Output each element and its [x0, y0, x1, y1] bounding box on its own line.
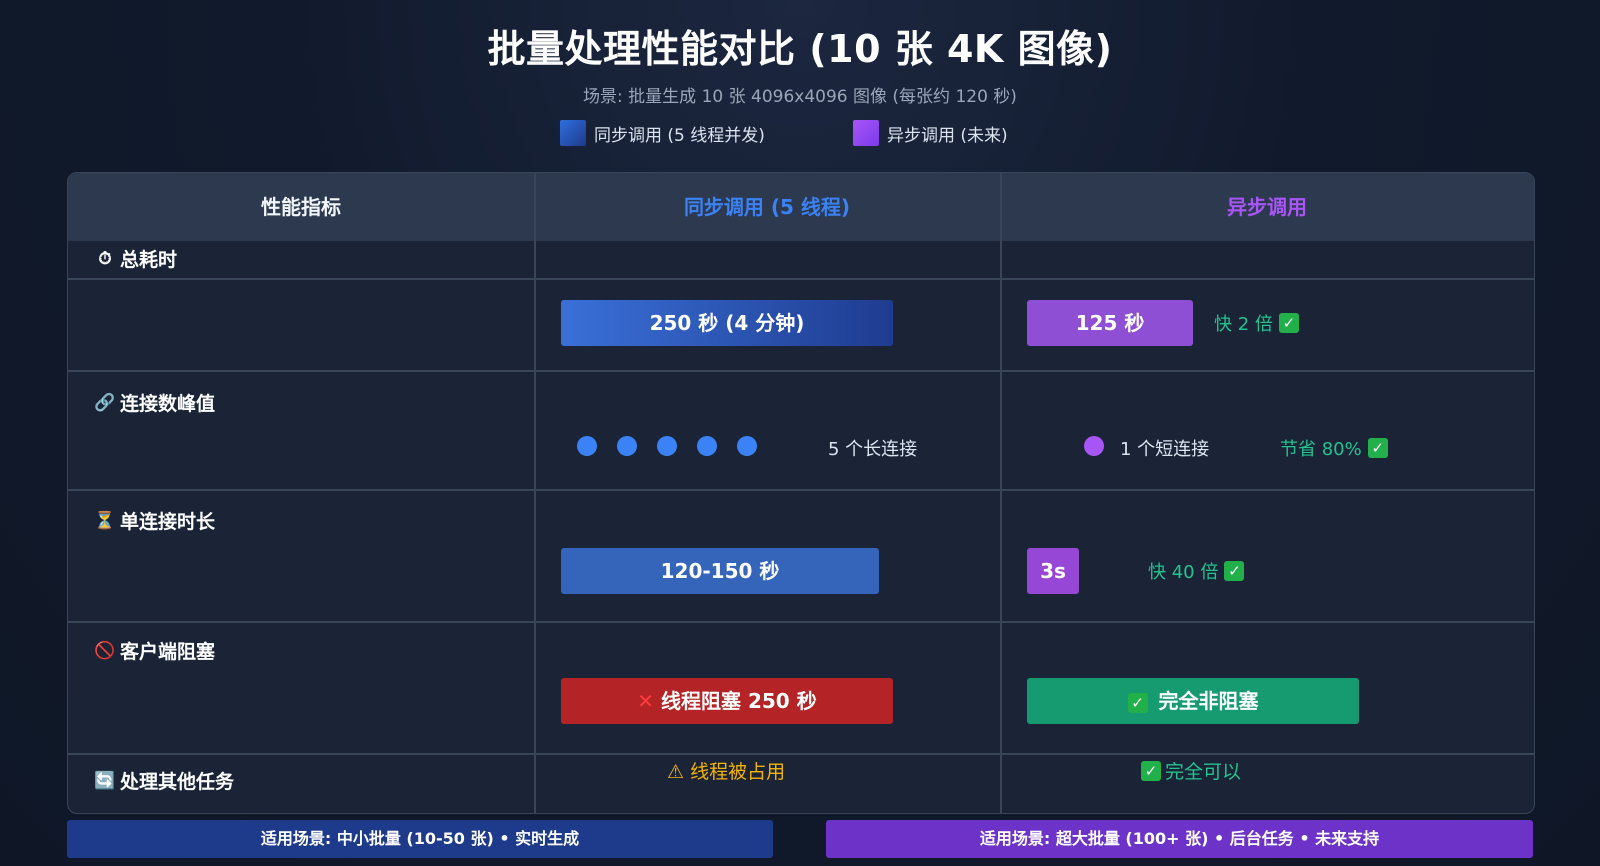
metric-label: 连接数峰值: [120, 393, 216, 415]
metric-client-blocking: 🚫 客户端阻塞: [94, 637, 215, 664]
row-divider: [68, 489, 1534, 491]
connection-dot: [1084, 436, 1104, 456]
checkmark-icon: ✓: [1127, 693, 1148, 713]
comparison-table: 性能指标 同步调用 (5 线程) 异步调用 ⏱ 总耗时 250 秒 (4 分钟)…: [67, 172, 1535, 814]
refresh-icon: 🔄: [94, 770, 116, 791]
checkmark-icon: ✓: [1141, 760, 1161, 781]
metric-total-time: ⏱ 总耗时: [94, 245, 177, 272]
connection-dot: [697, 436, 717, 456]
hourglass-icon: ⏳: [94, 510, 116, 531]
footer-async-usecase: 适用场景: 超大批量 (100+ 张) • 后台任务 • 未来支持: [826, 820, 1533, 858]
cross-icon: ✕: [637, 689, 655, 713]
connection-dot: [617, 436, 637, 456]
cell-label: 线程被占用: [690, 761, 786, 783]
bar-total-time-sync: 250 秒 (4 分钟): [561, 300, 893, 346]
note-connection-duration: 快 40 倍 ✓: [1148, 558, 1245, 584]
bar-label: 线程阻塞 250 秒: [661, 689, 817, 713]
checkmark-icon: ✓: [1367, 438, 1388, 458]
legend-label-async: 异步调用 (未来): [887, 125, 1008, 146]
other-tasks-sync: ⚠ 线程被占用: [667, 757, 785, 784]
table-header: 性能指标 同步调用 (5 线程) 异步调用: [68, 173, 1534, 241]
async-connections-label: 1 个短连接: [1120, 439, 1210, 460]
prohibited-icon: 🚫: [94, 640, 116, 661]
cell-label: 完全可以: [1165, 761, 1242, 783]
column-divider: [1000, 173, 1002, 813]
bar-label: 完全非阻塞: [1158, 689, 1259, 713]
header-metric: 性能指标: [261, 195, 341, 219]
legend-item-sync: 同步调用 (5 线程并发): [560, 120, 765, 146]
note-label: 快 40 倍: [1148, 562, 1219, 583]
metric-other-tasks: 🔄 处理其他任务: [94, 767, 234, 794]
legend: 同步调用 (5 线程并发) 异步调用 (未来): [0, 120, 1600, 148]
note-peak-connections: 节省 80% ✓: [1280, 435, 1388, 461]
row-divider: [68, 370, 1534, 372]
header-sync: 同步调用 (5 线程): [683, 195, 851, 219]
legend-label-sync: 同步调用 (5 线程并发): [594, 125, 765, 146]
chart-title: 批量处理性能对比 (10 张 4K 图像): [487, 27, 1113, 71]
metric-label: 处理其他任务: [120, 771, 235, 793]
sync-connections-label: 5 个长连接: [828, 439, 918, 460]
metric-peak-connections: 🔗 连接数峰值: [94, 389, 215, 416]
bar-client-blocking-sync: ✕ 线程阻塞 250 秒: [561, 678, 893, 724]
metric-label: 客户端阻塞: [120, 641, 216, 663]
footer-sync-usecase: 适用场景: 中小批量 (10-50 张) • 实时生成: [67, 820, 773, 858]
checkmark-icon: ✓: [1278, 313, 1299, 333]
connection-dot: [577, 436, 597, 456]
note-label: 快 2 倍: [1214, 314, 1273, 335]
connection-dot: [657, 436, 677, 456]
legend-item-async: 异步调用 (未来): [853, 120, 1008, 146]
metric-label: 单连接时长: [120, 511, 216, 533]
chart-subtitle: 场景: 批量生成 10 张 4096x4096 图像 (每张约 120 秒): [583, 87, 1017, 107]
metric-label: 总耗时: [120, 249, 178, 271]
connection-dot: [737, 436, 757, 456]
metric-connection-duration: ⏳ 单连接时长: [94, 507, 215, 534]
bar-connection-duration-async: 3s: [1027, 548, 1079, 594]
row-divider: [68, 621, 1534, 623]
row-divider: [68, 278, 1534, 280]
stopwatch-icon: ⏱: [98, 248, 112, 269]
link-icon: 🔗: [94, 392, 116, 413]
bar-total-time-async: 125 秒: [1027, 300, 1193, 346]
bar-client-blocking-async: ✓ 完全非阻塞: [1027, 678, 1359, 724]
legend-swatch-sync: [560, 120, 586, 146]
checkmark-icon: ✓: [1224, 561, 1245, 581]
bar-connection-duration-sync: 120-150 秒: [561, 548, 879, 594]
note-label: 节省 80%: [1280, 439, 1362, 460]
column-divider: [534, 173, 536, 813]
note-total-time: 快 2 倍 ✓: [1214, 310, 1299, 336]
other-tasks-async: ✓ 完全可以: [1141, 757, 1241, 784]
header-async: 异步调用: [1227, 195, 1307, 219]
warning-icon: ⚠: [667, 761, 685, 783]
legend-swatch-async: [853, 120, 879, 146]
row-divider: [68, 753, 1534, 755]
